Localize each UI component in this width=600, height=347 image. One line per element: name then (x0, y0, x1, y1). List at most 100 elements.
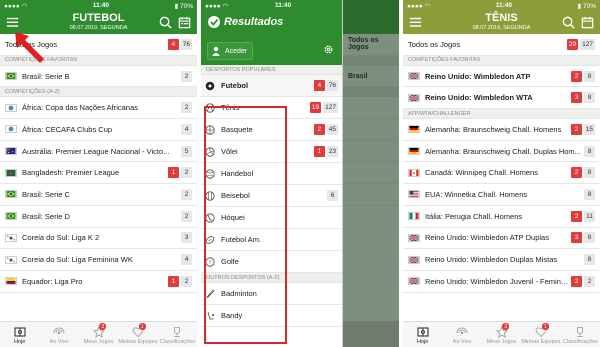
handball-icon (205, 168, 215, 179)
count-badge: 2 (181, 275, 192, 287)
tab-bar: Hoje Ao Vivo 3 Meus Jogos 1 Minhas Equipes Cla… (403, 321, 600, 347)
section-header-atp-wta: ATP/WTA/CHALLENGER (403, 109, 600, 120)
login-button[interactable]: Aceder (207, 42, 254, 60)
field-icon (417, 327, 429, 337)
calendar-icon[interactable] (177, 15, 192, 30)
sport-item[interactable]: Futebol Am. (201, 229, 342, 251)
competition-row[interactable]: Canadá: Winnipeg Chall. Homens 2 8 (403, 162, 600, 185)
trophy-icon (577, 327, 584, 337)
sport-label: Golfe (221, 257, 239, 266)
competition-row[interactable]: África: CECAFA Clubs Cup 4 (0, 119, 197, 141)
count-badge: 11 (584, 210, 595, 222)
count-badge: 127 (323, 102, 338, 113)
tab-field[interactable]: Hoje (403, 322, 442, 347)
competition-row[interactable]: Coreia do Sul: Liga K 2 3 (0, 227, 197, 250)
competition-label: Itália: Perugia Chall. Homens (425, 211, 523, 221)
sport-item[interactable]: Beisebol 6 (201, 185, 342, 207)
competition-label: Reino Unido: Wimbledon ATP (425, 71, 531, 81)
status-bar: ●●●● ◠ 11:40 (201, 0, 342, 11)
status-bar: ●●●● ◠ 11:40 ▮ 70% (403, 0, 600, 11)
count-badge: 8 (584, 70, 595, 82)
count-badge: 4 (181, 254, 192, 266)
tab-heart[interactable]: 1 Minhas Equipes (118, 322, 157, 347)
favorite-competition-row[interactable]: Reino Unido: Wimbledon ATP 2 8 (403, 65, 600, 88)
tab-label: Classificações (562, 339, 598, 345)
tab-label: Ao Vivo (452, 339, 472, 345)
sport-label: Vôlei (221, 147, 238, 156)
competition-row[interactable]: Equador: Liga Pro 1 2 (0, 270, 197, 293)
signal-icon: ●●●● ◠ (205, 2, 229, 10)
sport-list: Tênis 19 127 Basquete 2 45 Vôlei 1 23 Handebol Bei… (201, 97, 342, 273)
competition-row[interactable]: Coreia do Sul: Liga Feminina WK 4 (0, 249, 197, 271)
tab-badge: 3 (502, 323, 510, 330)
sport-item[interactable]: Basquete 2 45 (201, 119, 342, 141)
live-count-badge: 2 (570, 123, 582, 135)
competition-label: Reino Unido: Wimbledon WTA (425, 93, 533, 103)
sport-item[interactable]: Vôlei 1 23 (201, 141, 342, 163)
status-bar: ●●●● ◠ 11:40 ▮ 70% (0, 0, 197, 11)
battery-indicator: ▮ 70% (577, 2, 596, 10)
sport-item[interactable]: Hóquei (201, 207, 342, 229)
competition-row[interactable]: Reino Unido: Wimbledon ATP Duplas 3 8 (403, 227, 600, 250)
login-label: Aceder (225, 47, 248, 55)
search-icon[interactable] (561, 15, 576, 30)
dimmed-background[interactable]: Todos os Jogos Brasil (343, 0, 399, 347)
section-header-favorites: COMPETIÇÕES FAVORITAS (403, 55, 600, 66)
sport-item[interactable]: Handebol (201, 163, 342, 185)
tab-heart[interactable]: 1 Minhas Equipes (521, 322, 560, 347)
tab-live[interactable]: Ao Vivo (442, 322, 481, 347)
field-icon (14, 327, 26, 337)
tab-star[interactable]: 3 Meus Jogos (482, 322, 521, 347)
sport-item[interactable]: Tênis 19 127 (201, 97, 342, 119)
tab-badge: 1 (541, 323, 549, 330)
count-badge: 4 (181, 123, 192, 135)
tab-label: Meus Jogos (83, 339, 114, 345)
competition-row[interactable]: Alemanha: Braunschweig Chall. Duplas Hom… (403, 140, 600, 163)
status-time: 11:40 (495, 2, 513, 9)
competition-row[interactable]: África: Copa das Nações Africanas 2 (0, 97, 197, 120)
usa-flag-icon (408, 190, 420, 199)
competition-row[interactable]: Austrália: Premier League Nacional - Vic… (0, 140, 197, 163)
competition-row[interactable]: Itália: Perugia Chall. Homens 2 11 (403, 205, 600, 228)
all-games-row[interactable]: Todos os Jogos 20 127 (403, 34, 600, 56)
live-count-badge: 4 (167, 38, 179, 50)
competition-row[interactable]: Reino Unido: Wimbledon Juvenil - Feminin… (403, 270, 600, 293)
sport-item[interactable]: Golfe (201, 251, 342, 273)
drawer-header: ●●●● ◠ 11:40 Resultados Aceder (201, 0, 342, 65)
tab-star[interactable]: 3 Meus Jogos (79, 322, 118, 347)
competition-row[interactable]: Reino Unido: Wimbledon Duplas Mistas 8 (403, 249, 600, 271)
calendar-icon[interactable] (580, 15, 595, 30)
sport-label: Badminton (221, 289, 257, 298)
competition-row[interactable]: EUA: Winnetka Chall. Homens 8 (403, 184, 600, 206)
count-badge: 8 (584, 145, 595, 157)
sport-item[interactable]: Badminton (201, 283, 342, 305)
count-badge: 23 (326, 146, 338, 157)
search-icon[interactable] (158, 15, 173, 30)
sport-item-futebol[interactable]: Futebol 4 76 (201, 75, 342, 97)
tab-trophy[interactable]: Classificações (158, 322, 197, 347)
user-icon (212, 46, 220, 56)
battery-percent: 70% (582, 2, 596, 10)
tab-field[interactable]: Hoje (0, 322, 39, 347)
dimmed-row: Todos os Jogos (343, 34, 399, 56)
competition-row[interactable]: Alemanha: Braunschweig Chall. Homens 2 15 (403, 119, 600, 141)
favorite-competition-row[interactable]: Reino Unido: Wimbledon WTA 3 8 (403, 87, 600, 110)
tab-badge: 3 (99, 323, 107, 330)
bandy-icon (207, 311, 214, 319)
live-count-badge: 1 (168, 275, 179, 287)
tab-live[interactable]: Ao Vivo (39, 322, 78, 347)
live-icon (53, 327, 65, 335)
dimmed-row: Brasil (343, 66, 399, 88)
competition-label: Canadá: Winnipeg Chall. Homens (425, 168, 538, 178)
competition-row[interactable]: Brasil: Serie D 2 (0, 205, 197, 228)
sport-item[interactable]: Bandy (201, 305, 342, 327)
competition-row[interactable]: Bangladesh: Premier League 1 2 (0, 162, 197, 185)
tennis-ball-icon (205, 102, 215, 113)
count-badge: 5 (181, 145, 192, 157)
tab-trophy[interactable]: Classificações (561, 322, 600, 347)
globe-flag-icon (5, 125, 17, 134)
battery-percent: 70% (179, 2, 193, 10)
gear-icon[interactable] (323, 44, 334, 55)
competition-row[interactable]: Brasil: Serie C 2 (0, 184, 197, 206)
favorite-competition-row[interactable]: Brasil: Serie B 2 (0, 65, 197, 88)
